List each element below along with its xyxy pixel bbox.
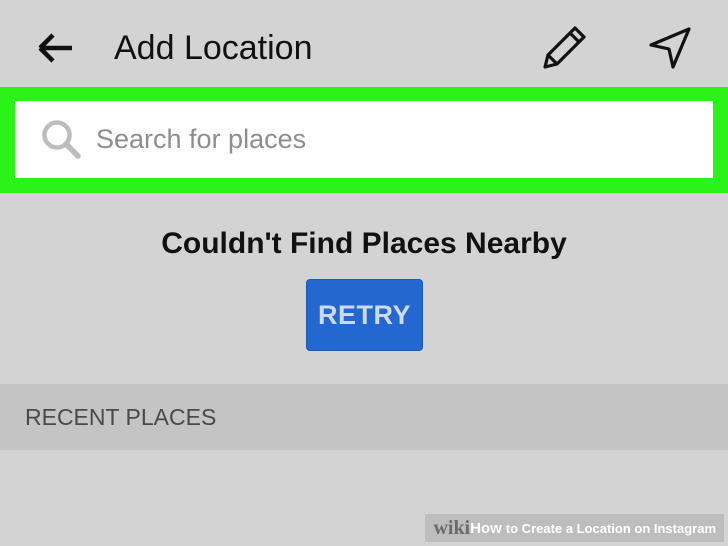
watermark: wiki How to Create a Location on Instagr… (425, 514, 724, 542)
watermark-title: to Create a Location on Instagram (505, 520, 716, 536)
navigation-arrow-icon (649, 27, 691, 69)
watermark-wiki: wiki (433, 516, 471, 539)
watermark-how: How (470, 519, 502, 537)
search-icon (42, 120, 81, 159)
page-title: Add Location (114, 29, 313, 67)
retry-button[interactable]: RETRY (306, 279, 423, 351)
edit-button[interactable] (536, 20, 592, 76)
back-button[interactable] (34, 26, 78, 70)
arrow-left-icon (38, 33, 72, 63)
current-location-button[interactable] (642, 20, 698, 76)
search-input[interactable] (96, 116, 696, 162)
no-places-message: Couldn't Find Places Nearby (161, 227, 567, 260)
pencil-icon (543, 26, 586, 69)
app-header: Add Location (0, 0, 728, 92)
recent-places-label: RECENT PLACES (25, 404, 217, 430)
